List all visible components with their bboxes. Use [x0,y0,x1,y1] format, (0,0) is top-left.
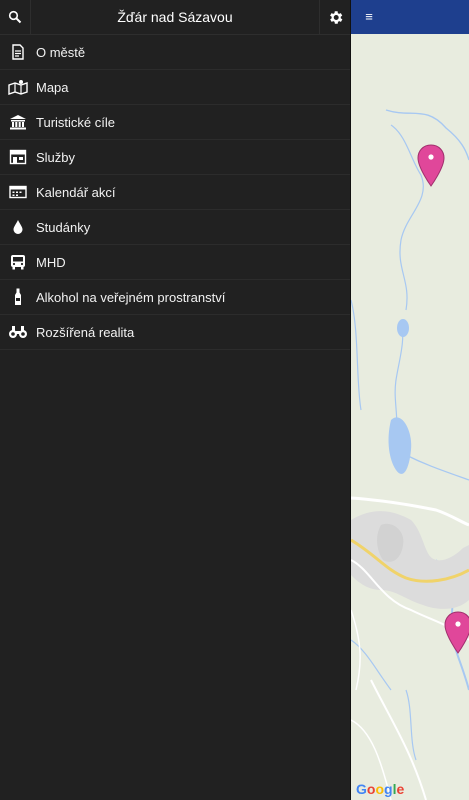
menu-item-label: O městě [36,44,86,60]
document-icon [12,44,24,60]
bus-icon [11,255,25,270]
map-header-bar: ≡ [351,0,469,34]
menu-item-label: Turistické cíle [36,114,115,130]
menu-item-o-meste[interactable]: O městě [0,35,350,70]
menu-item-kalendar-akci[interactable]: Kalendář akcí [0,175,350,210]
menu-item-label: Alkohol na veřejném prostranství [36,289,226,305]
google-logo: Google [356,781,405,797]
settings-button[interactable] [319,0,350,34]
gear-icon [329,10,342,24]
calendar-icon [9,185,27,199]
page-title: Žďár nad Sázavou [117,9,233,25]
search-button[interactable] [0,0,31,34]
map-canvas [351,0,469,800]
navigation-drawer: Žďár nad Sázavou O městě Mapa Turistické… [0,0,351,800]
map-icon [8,80,28,95]
hamburger-menu-icon[interactable]: ≡ [361,9,377,25]
menu-item-label: MHD [36,254,66,270]
menu-item-mhd[interactable]: MHD [0,245,350,280]
search-icon [8,10,22,24]
menu-item-label: Kalendář akcí [36,184,116,200]
menu-item-label: Studánky [36,219,91,235]
drawer-header: Žďár nad Sázavou [0,0,350,35]
map-view[interactable]: ≡ Google [351,0,469,800]
museum-icon [10,115,26,130]
binoculars-icon [9,326,27,338]
menu-item-rozsirena-realita[interactable]: Rozšířená realita [0,315,350,350]
menu-item-alkohol[interactable]: Alkohol na veřejném prostranství [0,280,350,315]
drawer-menu: O městě Mapa Turistické cíle Služby Kale… [0,35,350,350]
menu-item-mapa[interactable]: Mapa [0,70,350,105]
shop-icon [9,149,27,165]
menu-item-label: Mapa [36,79,69,95]
menu-item-studanky[interactable]: Studánky [0,210,350,245]
menu-item-label: Služby [36,149,76,165]
menu-item-turisticke-cile[interactable]: Turistické cíle [0,105,350,140]
menu-item-label: Rozšířená realita [36,324,135,340]
menu-item-sluzby[interactable]: Služby [0,140,350,175]
water-drop-icon [13,220,23,234]
bottle-icon [15,288,21,305]
